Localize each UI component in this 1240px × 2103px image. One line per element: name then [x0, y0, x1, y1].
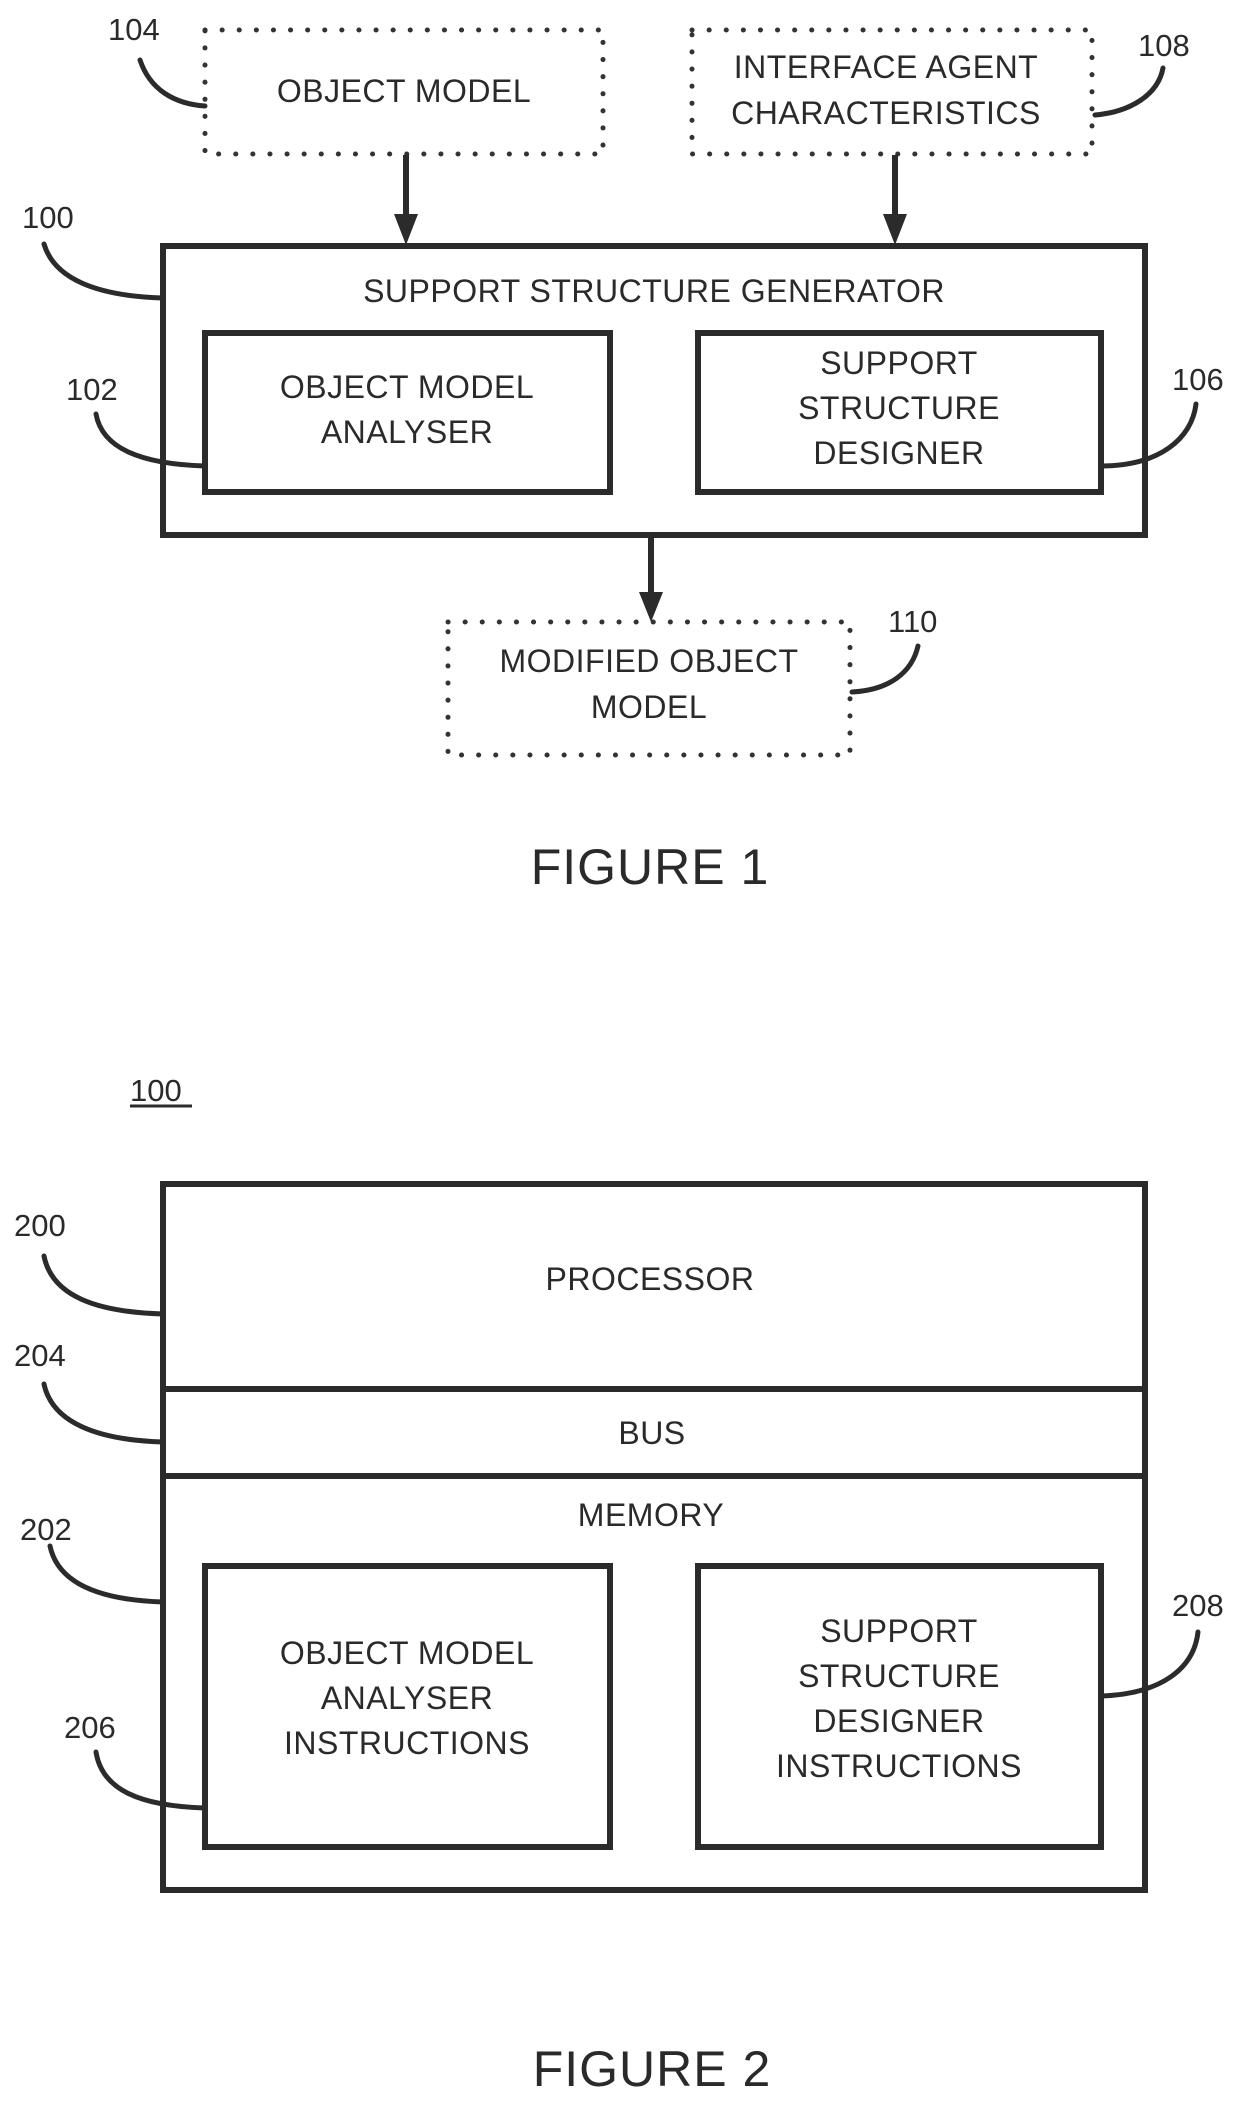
- leader-200: [41, 1253, 166, 1317]
- designer-instructions-line3: DESIGNER: [813, 1703, 984, 1739]
- ref-204: 204: [14, 1338, 66, 1373]
- ref-106: 106: [1172, 362, 1224, 397]
- support-structure-designer-line1: SUPPORT: [820, 345, 978, 381]
- system-ref-100: 100: [130, 1073, 182, 1108]
- bus-block: BUS 204: [14, 1338, 685, 1451]
- ref-104: 104: [108, 12, 160, 47]
- modified-object-model-line1: MODIFIED OBJECT: [499, 643, 798, 679]
- object-model-label: OBJECT MODEL: [277, 73, 531, 109]
- object-model-analyser-line1: OBJECT MODEL: [280, 369, 534, 405]
- analyser-instructions-line1: OBJECT MODEL: [280, 1635, 534, 1671]
- object-model-block: OBJECT MODEL 104: [108, 12, 606, 157]
- patent-figures: OBJECT MODEL 104 INTERFACE AGENT CHARACT…: [14, 12, 1224, 2097]
- ref-202: 202: [20, 1512, 72, 1547]
- arrow-interface-agent-to-generator: [883, 155, 907, 245]
- leader-208: [1098, 1629, 1201, 1699]
- analyser-instructions-block: OBJECT MODEL ANALYSER INSTRUCTIONS 206: [64, 1563, 613, 1850]
- arrow-object-model-to-generator: [394, 155, 418, 245]
- interface-agent-label-line2: CHARACTERISTICS: [731, 95, 1041, 131]
- leader-108: [1092, 65, 1166, 118]
- support-structure-generator-title: SUPPORT STRUCTURE GENERATOR: [363, 273, 945, 309]
- processor-label: PROCESSOR: [546, 1261, 755, 1297]
- leader-106: [1098, 401, 1199, 469]
- interface-agent-label-line1: INTERFACE AGENT: [734, 49, 1038, 85]
- figure-2: 100 PROCESSOR 200 BUS 204 MEMORY 202 OBJ…: [14, 1073, 1224, 2097]
- leader-202: [47, 1543, 166, 1605]
- leader-204: [41, 1381, 166, 1445]
- figure-1-caption: FIGURE 1: [531, 839, 770, 895]
- ref-110: 110: [888, 604, 937, 639]
- arrow-generator-to-modified-model: [639, 536, 663, 622]
- ref-206: 206: [64, 1710, 116, 1745]
- memory-block: MEMORY 202: [20, 1497, 724, 1605]
- processor-block: PROCESSOR 200: [14, 1208, 755, 1317]
- ref-108: 108: [1138, 28, 1190, 63]
- object-model-analyser-box: [202, 330, 613, 495]
- object-model-analyser-line2: ANALYSER: [321, 414, 493, 450]
- designer-instructions-line2: STRUCTURE: [798, 1658, 1000, 1694]
- analyser-instructions-line3: INSTRUCTIONS: [284, 1725, 530, 1761]
- support-structure-designer-line3: DESIGNER: [813, 435, 984, 471]
- analyser-instructions-line2: ANALYSER: [321, 1680, 493, 1716]
- leader-102: [93, 411, 208, 469]
- figure-1: OBJECT MODEL 104 INTERFACE AGENT CHARACT…: [22, 12, 1224, 895]
- bus-label: BUS: [618, 1415, 685, 1451]
- designer-instructions-line1: SUPPORT: [820, 1613, 978, 1649]
- ref-100: 100: [22, 200, 74, 235]
- ref-102: 102: [66, 372, 118, 407]
- ref-200: 200: [14, 1208, 66, 1243]
- interface-agent-block: INTERFACE AGENT CHARACTERISTICS 108: [689, 27, 1190, 157]
- ref-208: 208: [1172, 1588, 1224, 1623]
- object-model-analyser-block: OBJECT MODEL ANALYSER 102: [66, 330, 613, 495]
- leader-104: [137, 57, 208, 109]
- modified-object-model-block: MODIFIED OBJECT MODEL 110: [445, 604, 937, 758]
- designer-instructions-line4: INSTRUCTIONS: [776, 1748, 1022, 1784]
- memory-label: MEMORY: [578, 1497, 724, 1533]
- support-structure-designer-line2: STRUCTURE: [798, 390, 1000, 426]
- figure-2-caption: FIGURE 2: [533, 2041, 772, 2097]
- leader-206: [93, 1749, 208, 1811]
- leader-110: [849, 643, 921, 695]
- modified-object-model-line2: MODEL: [591, 689, 707, 725]
- leader-100: [41, 241, 166, 301]
